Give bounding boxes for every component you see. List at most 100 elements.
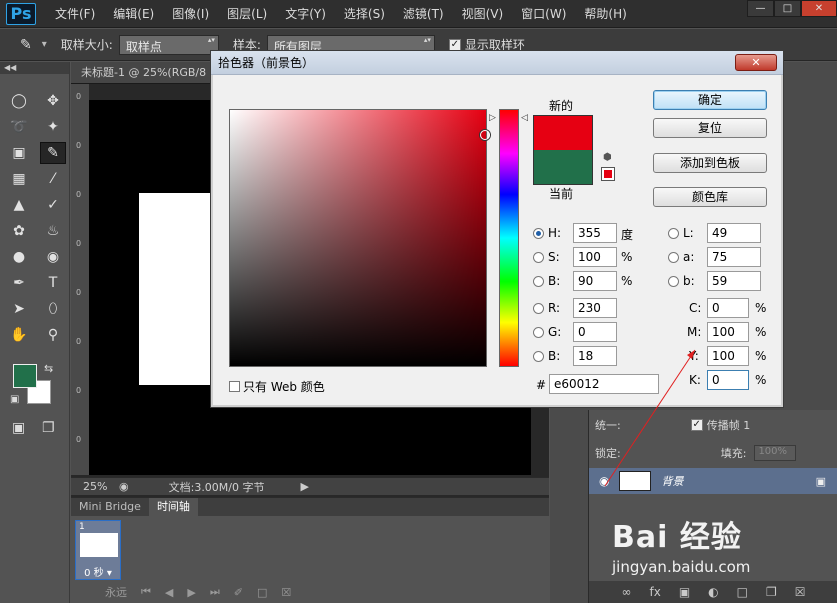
loop-select[interactable]: 永远 [105, 584, 127, 600]
layer-background[interactable]: ◉ 背景 ▣ [589, 468, 837, 494]
hue-slider[interactable] [499, 109, 519, 367]
frame-delay[interactable]: 0 秒 ▾ [76, 564, 120, 579]
field-h[interactable]: 355 [573, 223, 617, 243]
lasso-tool-icon[interactable]: ➰ [6, 116, 32, 138]
field-a[interactable]: 75 [707, 247, 761, 267]
play-icon[interactable]: ▶ [187, 586, 195, 599]
ok-button[interactable]: 确定 [653, 90, 767, 110]
animation-frame[interactable]: 1 0 秒 ▾ [75, 520, 121, 580]
tool-preset-arrow-icon[interactable]: ▾ [42, 39, 47, 50]
new-layer-icon[interactable]: ❐ [766, 585, 777, 599]
eyedropper-icon[interactable]: ✎ [20, 37, 32, 53]
bucket-tool-icon[interactable]: ♨ [40, 220, 66, 242]
field-m[interactable]: 100 [707, 322, 749, 342]
out-of-gamut-cube-icon[interactable]: ⬢ [603, 153, 613, 163]
fx-icon[interactable]: fx [649, 585, 660, 599]
show-ring-checkbox[interactable]: ✓ [448, 38, 461, 51]
field-g[interactable]: 0 [573, 322, 617, 342]
add-to-swatches-button[interactable]: 添加到色板 [653, 153, 767, 173]
brush-tool-icon[interactable]: ⁄ [40, 168, 66, 190]
menu-image[interactable]: 图像(I) [163, 0, 218, 28]
radio-b[interactable] [668, 276, 679, 287]
radio-r[interactable] [533, 303, 544, 314]
zoom-level[interactable]: 25% [71, 480, 119, 493]
field-r[interactable]: 230 [573, 298, 617, 318]
menu-window[interactable]: 窗口(W) [512, 0, 575, 28]
delete-layer-icon[interactable]: ☒ [795, 585, 806, 599]
path-select-tool-icon[interactable]: ➤ [6, 298, 32, 320]
close-window-button[interactable]: ✕ [801, 0, 837, 17]
adjustment-layer-icon[interactable]: ◐ [708, 585, 718, 599]
ellipse-tool-icon[interactable]: ⬯ [40, 298, 66, 320]
radio-s[interactable] [533, 252, 544, 263]
color-libraries-button[interactable]: 颜色库 [653, 187, 767, 207]
new-frame-icon[interactable]: □ [257, 586, 267, 599]
tab-timeline[interactable]: 时间轴 [148, 498, 198, 516]
current-color-swatch[interactable] [533, 150, 593, 185]
menu-type[interactable]: 文字(Y) [276, 0, 335, 28]
add-mask-icon[interactable]: ▣ [679, 585, 690, 599]
web-colors-checkbox[interactable] [229, 381, 240, 392]
menu-edit[interactable]: 编辑(E) [104, 0, 163, 28]
reset-button[interactable]: 复位 [653, 118, 767, 138]
default-colors-icon[interactable]: ▣ [10, 394, 19, 405]
move-tool-icon[interactable]: ✥ [40, 90, 66, 112]
radio-brightness[interactable] [533, 276, 544, 287]
field-y[interactable]: 100 [707, 346, 749, 366]
gamut-warning-swatch[interactable] [601, 167, 615, 181]
propagate-checkbox[interactable]: ✓ [690, 419, 703, 431]
next-frame-icon[interactable]: ⏭ [210, 585, 220, 599]
field-k[interactable]: 0 [707, 370, 749, 390]
radio-blue[interactable] [533, 351, 544, 362]
field-brightness[interactable]: 90 [573, 271, 617, 291]
menu-view[interactable]: 视图(V) [453, 0, 513, 28]
screen-mode-icon[interactable]: ❐ [42, 420, 55, 436]
stamp-tool-icon[interactable]: ▲ [6, 194, 32, 216]
swap-colors-icon[interactable]: ⇆ [44, 362, 53, 375]
saturation-brightness-field[interactable] [229, 109, 490, 367]
field-blue[interactable]: 18 [573, 346, 617, 366]
minimize-button[interactable]: — [747, 0, 774, 17]
web-colors-only-option[interactable]: 只有 Web 颜色 [229, 378, 325, 395]
color-cursor[interactable] [480, 130, 490, 140]
menu-help[interactable]: 帮助(H) [575, 0, 635, 28]
dodge-tool-icon[interactable]: ◉ [40, 246, 66, 268]
magic-wand-tool-icon[interactable]: ✦ [40, 116, 66, 138]
delete-frame-icon[interactable]: ☒ [281, 586, 291, 599]
type-tool-icon[interactable]: T [40, 272, 66, 294]
menu-layer[interactable]: 图层(L) [218, 0, 276, 28]
menu-filter[interactable]: 滤镜(T) [394, 0, 453, 28]
hand-tool-icon[interactable]: ✋ [6, 324, 32, 346]
eyedropper-tool-icon[interactable]: ✎ [40, 142, 66, 164]
link-layers-icon[interactable]: ∞ [621, 585, 631, 599]
quick-mask-icon[interactable]: ▣ [12, 420, 25, 436]
dialog-close-button[interactable]: ✕ [735, 54, 777, 71]
healing-tool-icon[interactable]: ▦ [6, 168, 32, 190]
menu-file[interactable]: 文件(F) [46, 0, 104, 28]
marquee-tool-icon[interactable]: ◯ [6, 90, 32, 112]
sample-size-select[interactable]: 取样点 [118, 34, 219, 55]
pen-tool-icon[interactable]: ✒ [6, 272, 32, 294]
radio-l[interactable] [668, 228, 679, 239]
status-menu-arrow-icon[interactable]: ▶ [301, 480, 309, 493]
history-brush-icon[interactable]: ✓ [40, 194, 66, 216]
foreground-color-swatch[interactable] [13, 364, 37, 388]
tween-icon[interactable]: ✐ [234, 586, 243, 599]
field-l[interactable]: 49 [707, 223, 761, 243]
tools-collapse-icon[interactable]: ◀◀ [0, 62, 69, 74]
group-icon[interactable]: □ [737, 585, 748, 599]
field-b[interactable]: 59 [707, 271, 761, 291]
blur-tool-icon[interactable]: ● [6, 246, 32, 268]
prev-frame-icon[interactable]: ◀ [165, 586, 173, 599]
hue-slider-right-arrow-icon[interactable]: ◁ [521, 113, 528, 123]
first-frame-icon[interactable]: ⏮ [141, 585, 151, 599]
hue-slider-left-arrow-icon[interactable]: ▷ [489, 113, 496, 123]
zoom-tool-icon[interactable]: ⚲ [40, 324, 66, 346]
fill-field[interactable]: 100% [754, 445, 797, 461]
radio-a[interactable] [668, 252, 679, 263]
radio-g[interactable] [533, 327, 544, 338]
field-c[interactable]: 0 [707, 298, 749, 318]
eraser-tool-icon[interactable]: ✿ [6, 220, 32, 242]
crop-tool-icon[interactable]: ▣ [6, 142, 32, 164]
radio-h[interactable] [533, 228, 544, 239]
